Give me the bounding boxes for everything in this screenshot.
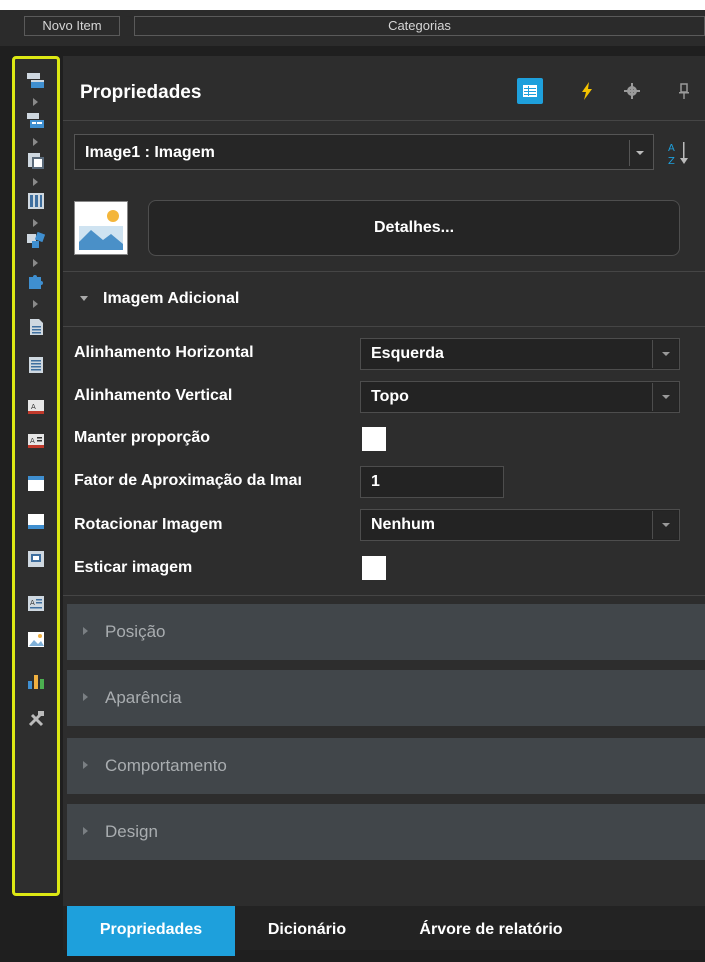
- divider: [63, 271, 705, 272]
- divider: [63, 120, 705, 121]
- image-icon[interactable]: [26, 629, 46, 649]
- properties-grid-icon[interactable]: [517, 78, 543, 104]
- expand-arrow[interactable]: [33, 138, 38, 146]
- collapse-triangle-icon[interactable]: [80, 296, 88, 301]
- prop-label-horizontal-alignment: Alinhamento Horizontal: [74, 344, 254, 361]
- tools-icon[interactable]: [26, 709, 46, 729]
- prop-label-keep-ratio: Manter proporção: [74, 429, 211, 446]
- events-lightning-icon[interactable]: [574, 78, 600, 104]
- tab-report-tree[interactable]: Árvore de relatório: [391, 906, 591, 956]
- section-title-additional-image[interactable]: Imagem Adicional: [103, 290, 239, 308]
- bottom-tab-bar: Propriedades Dicionário Árvore de relató…: [63, 906, 705, 956]
- chevron-down-icon[interactable]: [652, 383, 678, 411]
- expand-triangle-icon: [83, 827, 88, 835]
- zoom-factor-input[interactable]: 1: [360, 466, 504, 498]
- divider: [63, 326, 705, 327]
- rotate-image-value: Nenhum: [371, 516, 435, 533]
- prop-label-vertical-alignment: Alinhamento Vertical: [74, 387, 233, 404]
- table-icon[interactable]: [26, 191, 46, 211]
- svg-text:A: A: [30, 437, 35, 445]
- tab-dictionary[interactable]: Dicionário: [247, 906, 367, 956]
- panel-alt-icon[interactable]: [26, 511, 46, 531]
- divider: [63, 595, 705, 596]
- components-icon[interactable]: [26, 231, 46, 251]
- report-band-icon[interactable]: [26, 71, 46, 91]
- tab-properties[interactable]: Propriedades: [67, 906, 235, 956]
- pin-icon[interactable]: [671, 78, 697, 104]
- chevron-down-icon[interactable]: [629, 140, 649, 166]
- chart-icon[interactable]: [26, 671, 46, 691]
- category-appearance[interactable]: Aparência: [67, 670, 705, 726]
- keep-ratio-checkbox[interactable]: [362, 427, 386, 451]
- category-behavior[interactable]: Comportamento: [67, 738, 705, 794]
- expand-triangle-icon: [83, 627, 88, 635]
- component-selector[interactable]: Image1 : Imagem: [74, 134, 654, 170]
- details-button[interactable]: Detalhes...: [148, 200, 680, 256]
- horizontal-alignment-value: Esquerda: [371, 345, 444, 362]
- zoom-factor-value: 1: [371, 473, 380, 490]
- rotate-image-select[interactable]: Nenhum: [360, 509, 680, 541]
- sort-az-icon[interactable]: AZ: [666, 138, 696, 168]
- data-band-icon[interactable]: [26, 111, 46, 131]
- stretch-image-checkbox[interactable]: [362, 556, 386, 580]
- vertical-alignment-value: Topo: [371, 388, 409, 405]
- chevron-down-icon[interactable]: [652, 340, 678, 368]
- subreport-icon[interactable]: [26, 549, 46, 569]
- panel-icon[interactable]: [26, 473, 46, 493]
- category-design[interactable]: Design: [67, 804, 705, 860]
- svg-text:A: A: [30, 599, 35, 607]
- prop-label-stretch-image: Esticar imagem: [74, 559, 193, 576]
- expand-triangle-icon: [83, 693, 88, 701]
- prop-label-rotate-image: Rotacionar Imagem: [74, 516, 223, 533]
- expand-arrow[interactable]: [33, 300, 38, 308]
- image-thumbnail: [74, 201, 128, 255]
- expand-arrow[interactable]: [33, 259, 38, 267]
- svg-text:A: A: [668, 143, 675, 154]
- expand-arrow[interactable]: [33, 219, 38, 227]
- horizontal-alignment-select[interactable]: Esquerda: [360, 338, 680, 370]
- properties-panel: Propriedades Image1 : Imagem AZ Detalhes…: [63, 56, 705, 906]
- vertical-alignment-select[interactable]: Topo: [360, 381, 680, 413]
- settings-gear-icon[interactable]: [619, 78, 645, 104]
- expand-triangle-icon: [83, 761, 88, 769]
- rich-text-icon[interactable]: A: [26, 431, 46, 451]
- puzzle-icon[interactable]: [26, 271, 46, 291]
- component-toolbox: A A A: [12, 56, 60, 896]
- text-box-icon[interactable]: A: [26, 397, 46, 417]
- expand-arrow[interactable]: [33, 178, 38, 186]
- component-selector-value: Image1 : Imagem: [85, 144, 215, 161]
- category-label: Comportamento: [105, 756, 227, 775]
- category-position[interactable]: Posição: [67, 604, 705, 660]
- expand-arrow[interactable]: [33, 98, 38, 106]
- panel-title: Propriedades: [80, 82, 202, 103]
- cross-band-icon[interactable]: [26, 151, 46, 171]
- tab-categories[interactable]: Categorias: [134, 16, 705, 36]
- tab-new-item[interactable]: Novo Item: [24, 16, 120, 36]
- svg-text:Z: Z: [668, 156, 675, 167]
- text-field-icon[interactable]: A: [26, 593, 46, 613]
- category-label: Design: [105, 822, 158, 841]
- category-label: Aparência: [105, 688, 182, 707]
- text-lines-icon[interactable]: [26, 355, 46, 375]
- svg-text:A: A: [31, 403, 36, 411]
- page-header-icon[interactable]: [26, 317, 46, 337]
- chevron-down-icon[interactable]: [652, 511, 678, 539]
- category-label: Posição: [105, 622, 166, 641]
- prop-label-zoom-factor: Fator de Aproximação da Imaı: [74, 472, 302, 489]
